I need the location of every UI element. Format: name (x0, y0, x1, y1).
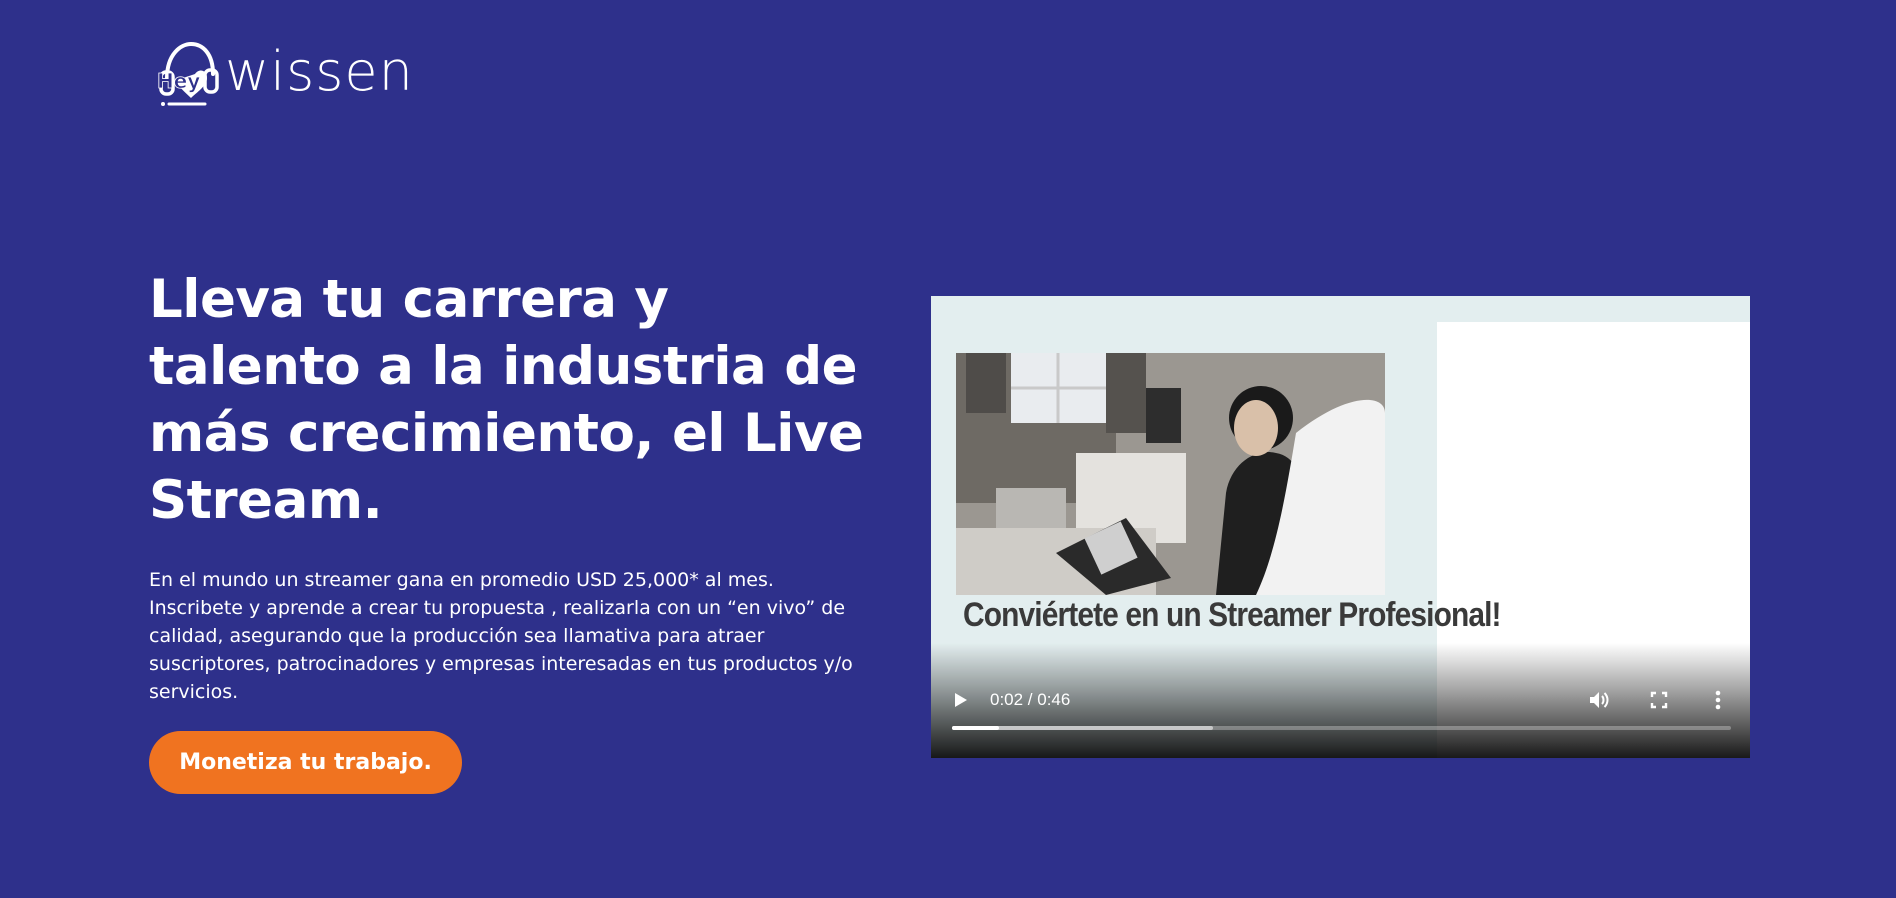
brand-logo[interactable]: Hey wissen (155, 38, 414, 110)
room-scene-image (956, 353, 1385, 595)
video-frame-image (956, 353, 1385, 595)
video-progress-bar[interactable] (952, 726, 1731, 730)
hero-title: Lleva tu carrera y talento a la industri… (149, 269, 864, 531)
video-headline: Conviértete en un Streamer Profesional! (963, 596, 1502, 634)
more-options-button[interactable] (1704, 686, 1732, 714)
volume-button[interactable] (1585, 686, 1613, 714)
headphones-logo-icon: Hey (157, 41, 219, 106)
play-button[interactable] (947, 686, 975, 714)
more-vert-icon (1715, 690, 1721, 710)
fullscreen-icon (1650, 691, 1668, 709)
progress-played (952, 726, 999, 730)
logo-wordmark: wissen (225, 40, 414, 103)
monetize-cta-button[interactable]: Monetiza tu trabajo. (149, 731, 462, 794)
logo-prefix: Hey (157, 69, 200, 93)
video-controls: 0:02 / 0:46 (931, 643, 1750, 758)
play-icon (955, 693, 967, 707)
time-display: 0:02 / 0:46 (990, 690, 1071, 709)
fullscreen-button[interactable] (1645, 686, 1673, 714)
volume-icon (1590, 692, 1609, 708)
video-player[interactable]: Conviértete en un Streamer Profesional! … (931, 296, 1750, 758)
hero-description: En el mundo un streamer gana en promedio… (149, 569, 853, 703)
